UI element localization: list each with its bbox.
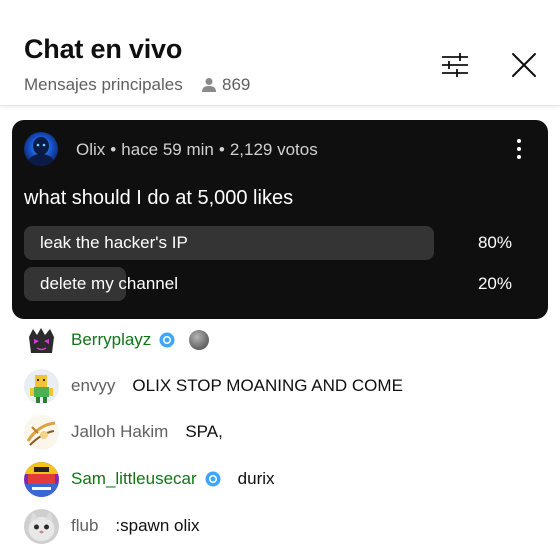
message-text: :spawn olix [115, 516, 200, 535]
more-vert-icon[interactable] [506, 135, 532, 163]
chat-line: Berryplayz [71, 330, 210, 350]
verified-icon [205, 471, 221, 487]
page-title: Chat en vivo [24, 34, 183, 64]
viewer-count-value: 869 [222, 75, 251, 94]
poll-author-avatar[interactable] [24, 132, 58, 166]
avatar[interactable] [24, 509, 59, 544]
viewer-count: 869 [201, 75, 250, 95]
poll-option-1-percent: 80% [477, 233, 512, 252]
author-name[interactable]: Sam_littleusecar [71, 469, 197, 489]
chat-line: Jalloh Hakim SPA, [71, 422, 223, 442]
avatar-image [24, 323, 59, 358]
poll-option-2[interactable]: delete my channel 20% [24, 267, 536, 301]
close-button[interactable] [506, 47, 542, 83]
poll-option-2-percent: 20% [477, 274, 512, 293]
avatar[interactable] [24, 415, 59, 450]
chat-mode-selector[interactable]: Mensajes principales [24, 75, 183, 95]
poll-meta: Olix • hace 59 min • 2,129 votos [76, 140, 318, 159]
chat-header: Chat en vivo Mensajes principales 869 [0, 0, 560, 106]
avatar[interactable] [24, 323, 59, 358]
close-icon [512, 53, 536, 77]
avatar-image [24, 415, 59, 450]
chat-message[interactable]: Jalloh Hakim SPA, [0, 410, 560, 456]
filter-button[interactable] [437, 47, 473, 83]
avatar[interactable] [24, 369, 59, 404]
poll-author: Olix [76, 140, 106, 159]
poll-time: hace 59 min [121, 140, 214, 159]
verified-icon [159, 332, 175, 348]
author-name[interactable]: Berryplayz [71, 330, 151, 350]
poll-votes: 2,129 votos [229, 140, 318, 159]
person-icon [202, 78, 216, 92]
filter-icon [442, 53, 468, 77]
chat-message[interactable]: envyy OLIX STOP MOANING AND COME [0, 364, 560, 410]
chat-message[interactable]: Berryplayz [0, 318, 560, 364]
chat-line: envyy OLIX STOP MOANING AND COME [71, 376, 403, 396]
poll-option-2-label: delete my channel [40, 274, 178, 293]
author-name[interactable]: flub [71, 516, 98, 536]
avatar-image [24, 462, 59, 497]
message-text: OLIX STOP MOANING AND COME [132, 376, 403, 395]
avatar-image [24, 369, 59, 404]
message-text: SPA, [185, 422, 223, 441]
chat-message[interactable]: flub :spawn olix [0, 504, 560, 550]
author-name[interactable]: envyy [71, 376, 115, 396]
poll-card: Olix • hace 59 min • 2,129 votos what should… [12, 120, 548, 319]
chat-line: Sam_littleusecar durix [71, 469, 275, 489]
author-name[interactable]: Jalloh Hakim [71, 422, 168, 442]
chat-message[interactable]: Sam_littleusecar durix [0, 457, 560, 503]
poll-question: what should I do at 5,000 likes [24, 187, 294, 209]
grey-face-emoji-icon [189, 330, 210, 350]
avatar[interactable] [24, 462, 59, 497]
chat-line: flub :spawn olix [71, 516, 200, 536]
avatar-image [24, 132, 58, 166]
poll-option-1[interactable]: leak the hacker's IP 80% [24, 226, 536, 260]
message-text: durix [237, 469, 275, 488]
avatar-image [24, 509, 59, 544]
poll-option-1-label: leak the hacker's IP [40, 233, 188, 252]
